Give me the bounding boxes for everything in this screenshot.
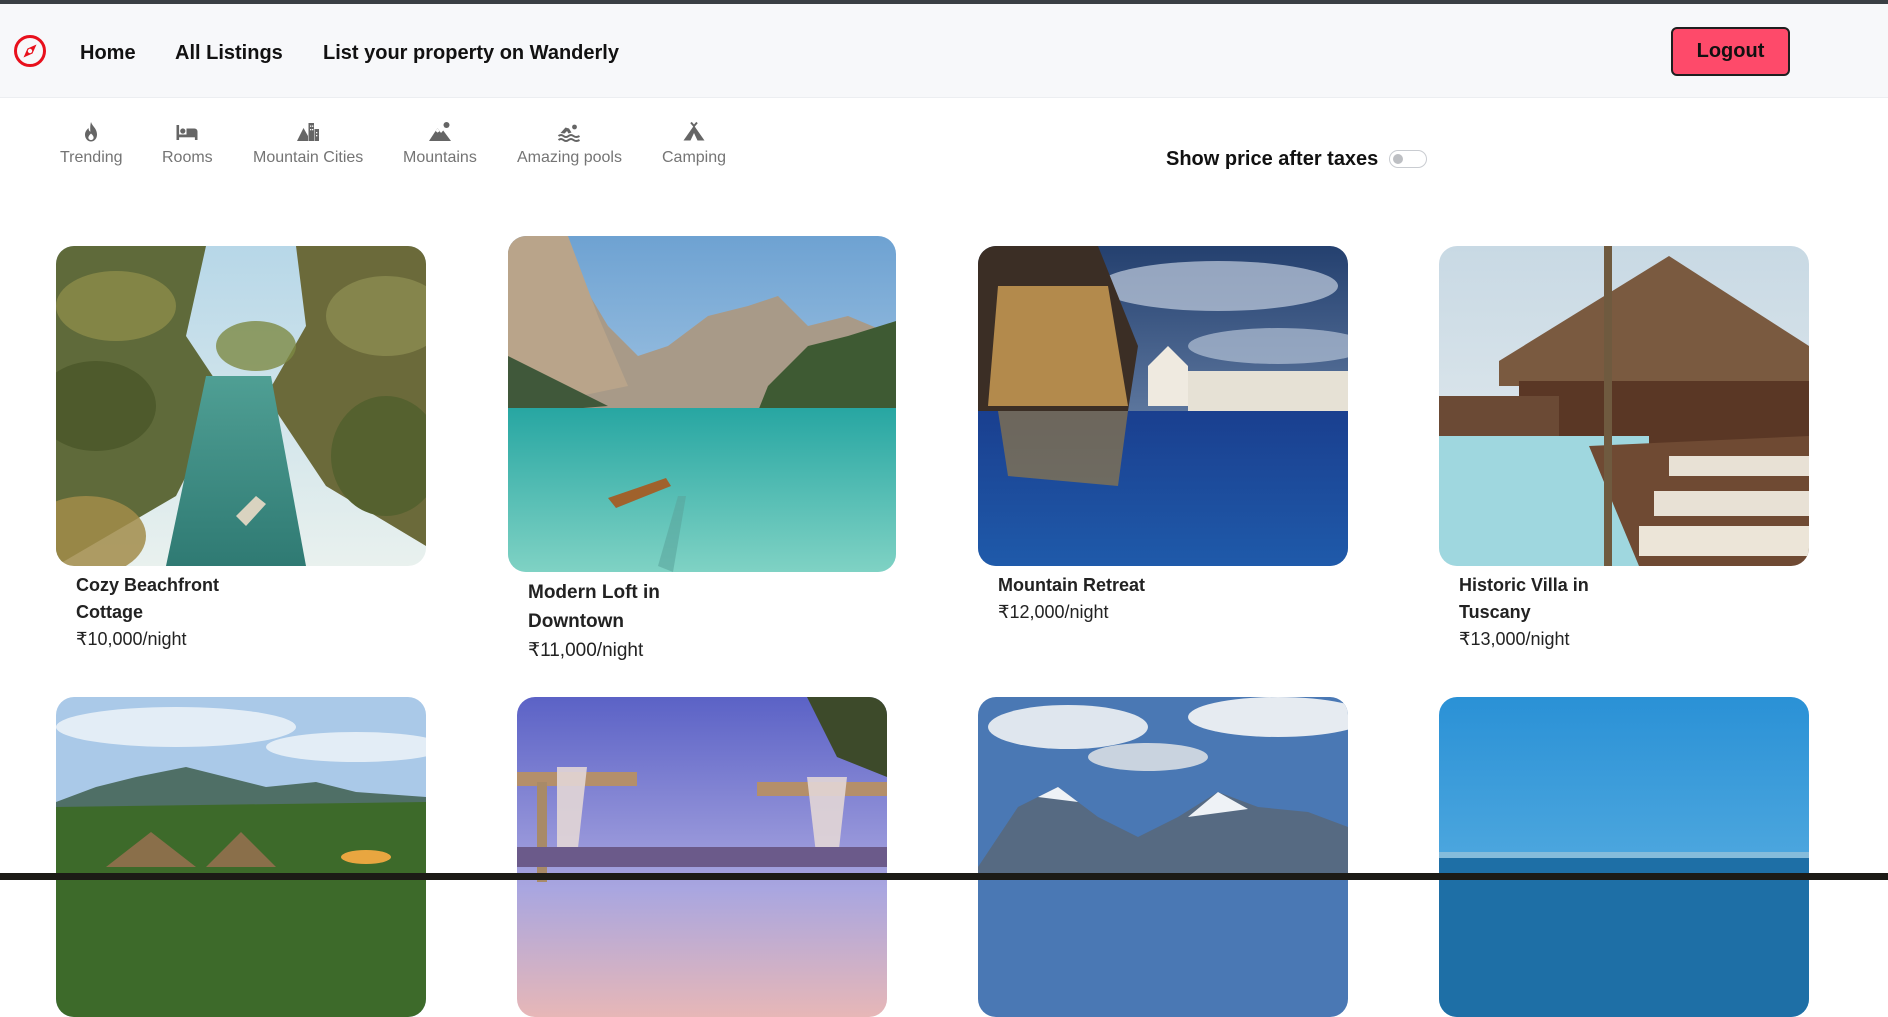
filter-mountain-cities[interactable]: Mountain Cities [253, 120, 363, 167]
tax-toggle: Show price after taxes [1166, 146, 1428, 172]
filter-bar: Trending Rooms Mountain Cities Mountains… [0, 110, 800, 180]
listing-image [56, 246, 426, 566]
listing-image [1439, 697, 1809, 1017]
filter-label: Amazing pools [517, 149, 622, 166]
filter-mountains[interactable]: Mountains [403, 120, 477, 167]
filter-camping[interactable]: Camping [662, 120, 726, 167]
filter-label: Trending [60, 149, 123, 166]
nav-link-list-property[interactable]: List your property on Wanderly [323, 42, 619, 65]
filter-trending[interactable]: Trending [60, 120, 123, 167]
filter-rooms[interactable]: Rooms [162, 120, 213, 167]
person-swimming-icon [558, 124, 581, 142]
listing-image [978, 246, 1348, 566]
nav-link-home[interactable]: Home [80, 42, 136, 65]
nav-link-all-listings[interactable]: All Listings [175, 42, 283, 65]
listing-price: ₹12,000/night [998, 602, 1109, 622]
tax-toggle-label: Show price after taxes [1166, 147, 1379, 170]
tax-toggle-switch[interactable] [1389, 150, 1428, 168]
listing-image [978, 697, 1348, 1017]
fire-icon [85, 122, 98, 142]
filter-label: Mountain Cities [253, 149, 364, 166]
listing-title: Historic Villa in Tuscany [1459, 575, 1589, 622]
listing-info: Cozy Beachfront Cottage ₹10,000/night [76, 572, 276, 653]
campground-icon [683, 121, 705, 141]
listing-price: ₹11,000/night [528, 640, 644, 661]
filter-label: Camping [662, 149, 727, 166]
listing-info: Historic Villa in Tuscany ₹13,000/night [1459, 572, 1659, 653]
navbar: Home All Listings List your property on … [0, 4, 1888, 98]
filter-label: Mountains [403, 149, 477, 166]
bed-icon [176, 125, 198, 140]
listing-image [1439, 246, 1809, 566]
filter-label: Rooms [162, 149, 213, 166]
listing-info: Modern Loft in Downtown ₹11,000/night [528, 578, 728, 665]
listing-image [517, 697, 887, 1017]
taskbar-edge [0, 873, 1888, 880]
switch-knob [1393, 154, 1404, 164]
listing-image [56, 697, 426, 1017]
mountain-sun-icon [428, 122, 451, 141]
listing-price: ₹10,000/night [76, 629, 187, 649]
listing-title: Cozy Beachfront Cottage [76, 575, 220, 622]
listing-info: Mountain Retreat ₹12,000/night [998, 572, 1198, 626]
filter-amazing-pools[interactable]: Amazing pools [517, 120, 622, 167]
compass-icon[interactable] [13, 34, 47, 68]
listing-title: Mountain Retreat [998, 575, 1146, 595]
mountain-city-icon [297, 123, 320, 141]
listing-price: ₹13,000/night [1459, 629, 1570, 649]
listing-image [508, 236, 896, 572]
logout-button[interactable]: Logout [1671, 27, 1790, 76]
listing-title: Modern Loft in Downtown [528, 582, 660, 632]
